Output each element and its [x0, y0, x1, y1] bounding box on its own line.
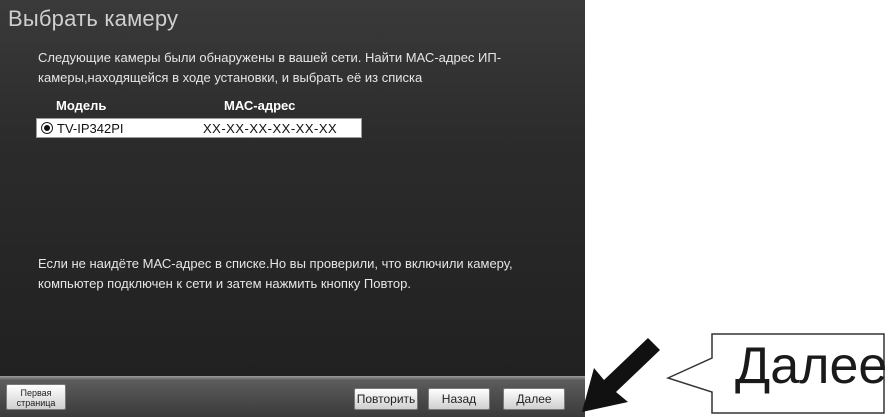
- select-camera-window: Выбрать камеру Следующие камеры были обн…: [0, 0, 585, 417]
- next-button[interactable]: Далее: [503, 388, 565, 410]
- back-button[interactable]: Назад: [428, 388, 490, 410]
- help-note-line-2: компьютер подключен к сети и затем нажми…: [38, 276, 411, 291]
- column-header-model: Модель: [56, 98, 107, 113]
- camera-mac-cell: XX-XX-XX-XX-XX-XX: [203, 121, 338, 136]
- table-row[interactable]: TV-IP342PI XX-XX-XX-XX-XX-XX: [36, 118, 362, 138]
- first-page-label-2: страница: [16, 398, 56, 408]
- first-page-label-1: Первая: [20, 388, 52, 398]
- intro-line-1: Следующие камеры были обнаружены в вашей…: [38, 50, 502, 65]
- page-title: Выбрать камеру: [8, 6, 179, 31]
- radio-selected-icon[interactable]: [41, 122, 53, 134]
- help-note: Если не наидёте МАС-адрес в списке.Но вы…: [38, 254, 578, 294]
- help-note-line-1: Если не наидёте МАС-адрес в списке.Но вы…: [38, 256, 513, 271]
- camera-table-header: Модель МАС-адрес: [38, 98, 362, 118]
- column-header-mac: МАС-адрес: [224, 98, 296, 113]
- intro-line-2: камеры,находящейся в ходе установки, и в…: [38, 70, 423, 85]
- first-page-button[interactable]: Первая страница: [6, 384, 66, 410]
- callout-label: Далее: [735, 337, 888, 395]
- camera-model-cell: TV-IP342PI: [57, 121, 124, 136]
- footer-bar: Первая страница Повторить Назад Далее: [0, 376, 585, 417]
- retry-button[interactable]: Повторить: [354, 388, 418, 410]
- arrow-down-left-icon: [582, 338, 660, 412]
- intro-text: Следующие камеры были обнаружены в вашей…: [38, 48, 558, 88]
